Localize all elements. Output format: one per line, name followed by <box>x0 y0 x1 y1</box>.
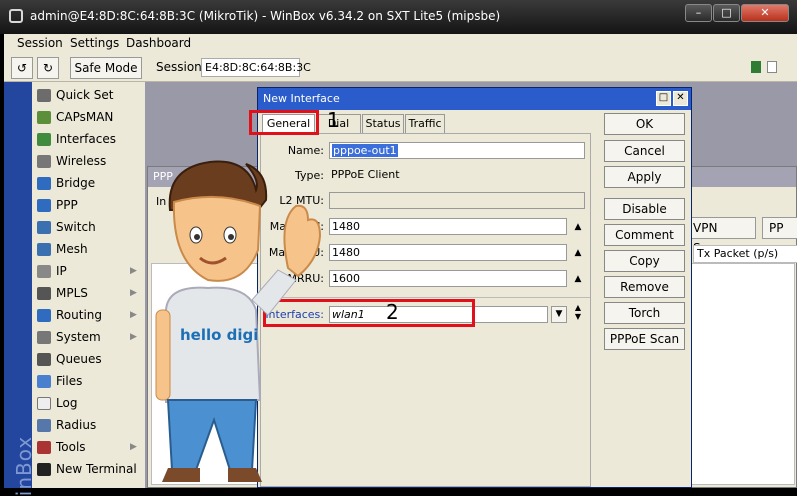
close-button[interactable]: ✕ <box>741 4 789 22</box>
interfaces-dropdown-button[interactable]: ▼ <box>551 306 567 323</box>
submenu-arrow-icon: ▶ <box>130 332 137 342</box>
sidebar-item-capsman[interactable]: CAPsMAN <box>33 107 144 128</box>
max-mru-up-icon[interactable]: ▲ <box>573 248 583 258</box>
sidebar-item-new-terminal[interactable]: New Terminal <box>33 459 144 480</box>
minimize-button[interactable]: – <box>685 4 712 22</box>
undo-button[interactable]: ↺ <box>11 57 33 79</box>
folder-icon <box>37 375 51 388</box>
interfaces-icon <box>37 133 51 146</box>
sidebar-item-mpls[interactable]: MPLS ▶ <box>33 283 144 304</box>
gear-icon <box>37 331 51 344</box>
mpls-icon <box>37 287 51 300</box>
type-value: PPPoE Client <box>329 167 585 184</box>
wireless-icon <box>37 155 51 168</box>
ppp-icon <box>37 199 51 212</box>
sidebar-item-quick-set[interactable]: Quick Set <box>33 85 144 106</box>
interfaces-add-icon[interactable]: ▲ <box>573 304 583 312</box>
sidebar-brand-strip: inBox <box>4 82 36 496</box>
l2mtu-field <box>329 192 585 209</box>
mrru-field[interactable]: 1600 <box>329 270 567 287</box>
torch-button[interactable]: Torch <box>604 302 685 324</box>
radius-icon <box>37 419 51 432</box>
menu-session[interactable]: Session <box>17 36 63 50</box>
menu-settings[interactable]: Settings <box>70 36 119 50</box>
tools-icon <box>37 441 51 454</box>
max-mru-field[interactable]: 1480 <box>329 244 567 261</box>
submenu-arrow-icon: ▶ <box>130 266 137 276</box>
switch-icon <box>37 221 51 234</box>
apply-button[interactable]: Apply <box>604 166 685 188</box>
submenu-arrow-icon: ▶ <box>130 442 137 452</box>
window-icon[interactable] <box>767 61 777 73</box>
mascot-illustration: hello digi <box>155 160 322 482</box>
max-mtu-up-icon[interactable]: ▲ <box>573 222 583 232</box>
window-title: admin@E4:8D:8C:64:8B:3C (MikroTik) - Win… <box>30 9 501 23</box>
antenna-icon <box>37 111 51 124</box>
toolbar: ↺ ↻ Safe Mode Session: E4:8D:8C:64:8B:3C <box>4 54 797 82</box>
chevron-down-icon: ▼ <box>555 309 563 319</box>
sidebar-item-system[interactable]: System ▶ <box>33 327 144 348</box>
lock-icon <box>751 61 761 73</box>
mrru-up-icon[interactable]: ▲ <box>573 274 583 284</box>
log-icon <box>37 397 51 410</box>
sidebar-item-log[interactable]: Log <box>33 393 144 414</box>
sidebar-item-switch[interactable]: Switch <box>33 217 144 238</box>
redo-icon: ↻ <box>42 61 54 75</box>
tab-traffic[interactable]: Traffic <box>405 114 445 133</box>
remove-button[interactable]: Remove <box>604 276 685 298</box>
sidebar-item-ppp[interactable]: PPP <box>33 195 144 216</box>
menu-bar: Session Settings Dashboard <box>4 34 797 54</box>
routing-icon <box>37 309 51 322</box>
max-mtu-field[interactable]: 1480 <box>329 218 567 235</box>
session-value: E4:8D:8C:64:8B:3C <box>201 58 311 77</box>
sidebar-item-interfaces[interactable]: Interfaces <box>33 129 144 150</box>
undo-icon: ↺ <box>16 61 28 75</box>
tab-status[interactable]: Status <box>362 114 404 133</box>
queues-icon <box>37 353 51 366</box>
col-tx-packet[interactable]: Tx Packet (p/s) <box>693 245 797 263</box>
sidebar-item-bridge[interactable]: Bridge <box>33 173 144 194</box>
redo-button[interactable]: ↻ <box>37 57 59 79</box>
ppp-more-button[interactable]: PP <box>762 217 797 239</box>
ok-button[interactable]: OK <box>604 113 685 135</box>
submenu-arrow-icon: ▶ <box>130 310 137 320</box>
bridge-icon <box>37 177 51 190</box>
name-field[interactable]: pppoe-out1 <box>329 142 585 159</box>
sidebar-item-routing[interactable]: Routing ▶ <box>33 305 144 326</box>
winbox-icon <box>9 9 23 23</box>
highlight-general-tab <box>249 110 319 135</box>
interfaces-remove-icon[interactable]: ▼ <box>573 313 583 321</box>
sidebar-item-wireless[interactable]: Wireless <box>33 151 144 172</box>
pppoe-scan-button[interactable]: PPPoE Scan <box>604 328 685 350</box>
dialog-close-button[interactable]: ✕ <box>673 91 688 106</box>
copy-button[interactable]: Copy <box>604 250 685 272</box>
sidebar-item-ip[interactable]: IP ▶ <box>33 261 144 282</box>
dialog-title: New Interface <box>258 88 691 110</box>
wand-icon <box>37 89 51 102</box>
maximize-button[interactable]: □ <box>713 4 740 22</box>
safe-mode-button[interactable]: Safe Mode <box>70 57 142 79</box>
sidebar-item-files[interactable]: Files <box>33 371 144 392</box>
submenu-arrow-icon: ▶ <box>130 288 137 298</box>
comment-button[interactable]: Comment <box>604 224 685 246</box>
dialog-maximize-button[interactable]: □ <box>656 91 671 106</box>
mascot-shirt-text: hello digi <box>180 326 258 344</box>
sidebar-item-radius[interactable]: Radius <box>33 415 144 436</box>
sidebar: inBox Quick Set CAPsMAN Interfaces Wirel… <box>4 82 145 496</box>
session-label: Session: <box>156 60 206 74</box>
cancel-button[interactable]: Cancel <box>604 140 685 162</box>
mesh-icon <box>37 243 51 256</box>
terminal-icon <box>37 463 51 476</box>
sidebar-item-mesh[interactable]: Mesh <box>33 239 144 260</box>
disable-button[interactable]: Disable <box>604 198 685 220</box>
vpn-server-button[interactable]: VPN Server <box>686 217 756 255</box>
annotation-number-1: 1 <box>327 108 340 132</box>
sidebar-item-tools[interactable]: Tools ▶ <box>33 437 144 458</box>
menu-dashboard[interactable]: Dashboard <box>126 36 191 50</box>
sidebar-item-queues[interactable]: Queues <box>33 349 144 370</box>
ip-icon <box>37 265 51 278</box>
annotation-number-2: 2 <box>386 300 399 324</box>
title-bar: admin@E4:8D:8C:64:8B:3C (MikroTik) - Win… <box>0 0 797 34</box>
